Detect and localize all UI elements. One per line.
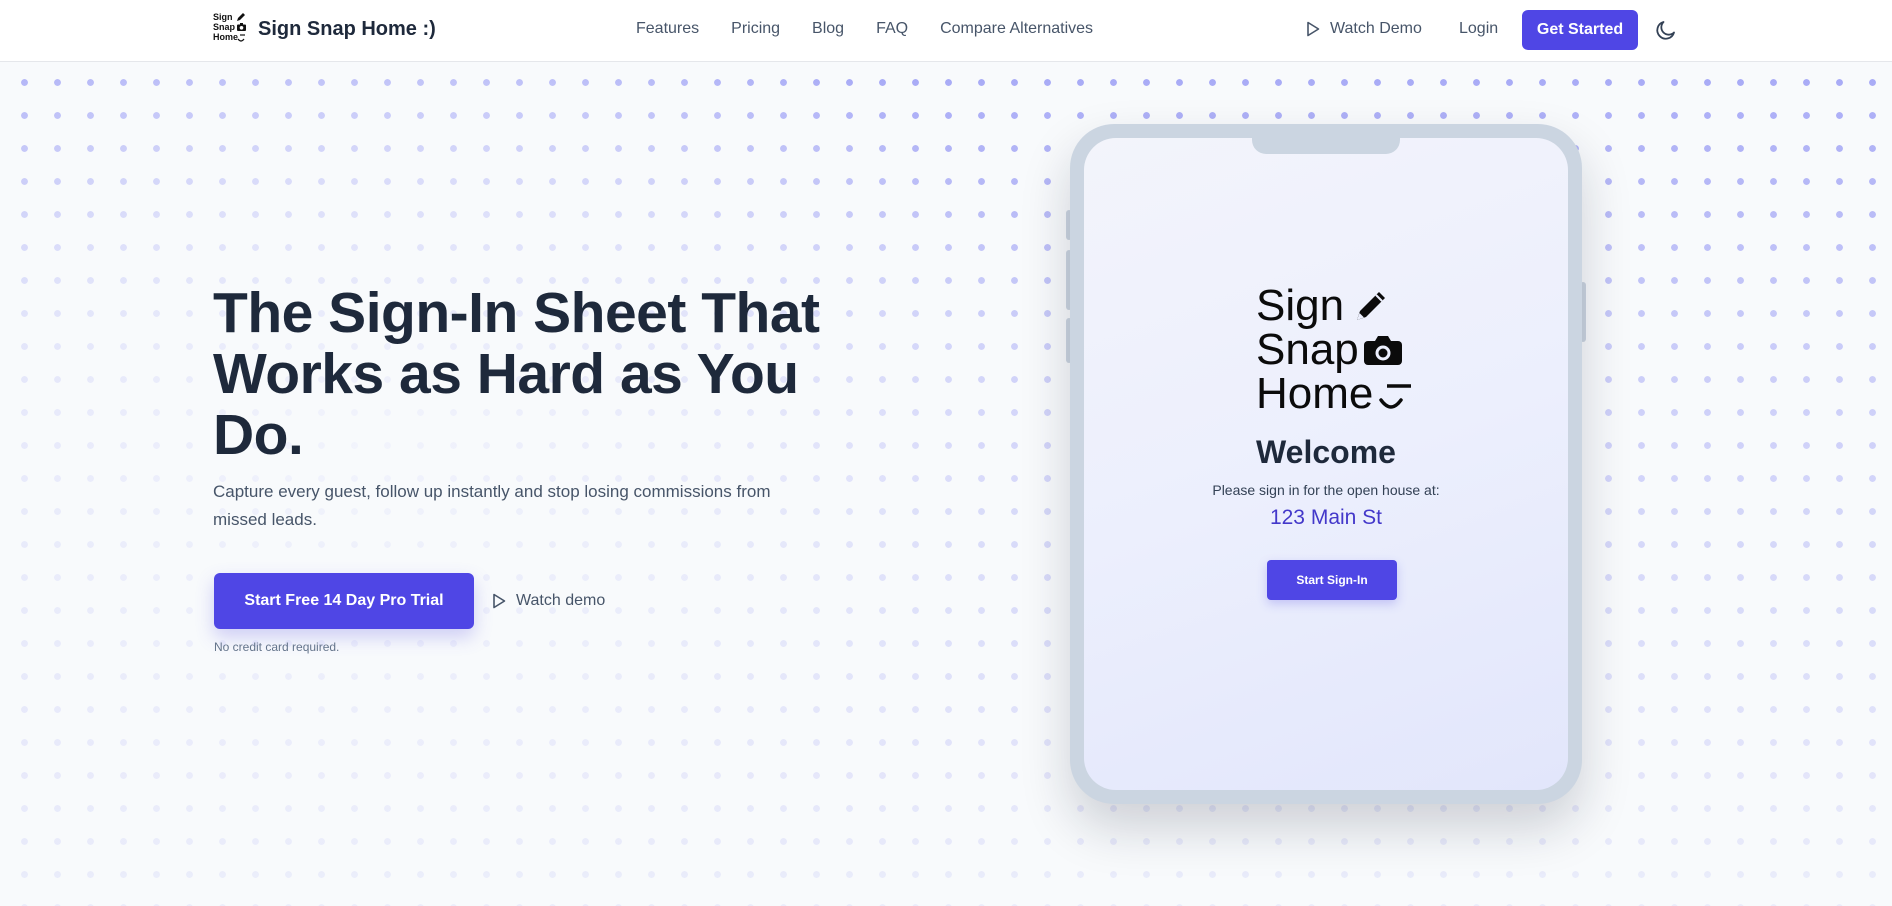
start-trial-button[interactable]: Start Free 14 Day Pro Trial	[214, 573, 474, 629]
no-credit-card-note: No credit card required.	[214, 640, 340, 654]
tablet-sign-in-prompt: Please sign in for the open house at:	[1212, 482, 1440, 498]
watch-demo-hero-button[interactable]: Watch demo	[492, 592, 605, 610]
nav-link-compare-alternatives[interactable]: Compare Alternatives	[940, 20, 1093, 38]
tablet-mockup: Sign Snap Home Welcome Please sign in fo…	[1070, 124, 1582, 804]
nav-link-faq[interactable]: FAQ	[876, 20, 908, 38]
watch-demo-nav-label: Watch Demo	[1330, 20, 1422, 37]
tablet-logo: Sign Snap Home	[1256, 284, 1416, 416]
watch-demo-hero-label: Watch demo	[516, 592, 606, 609]
start-sign-in-button[interactable]: Start Sign-In	[1267, 560, 1397, 600]
tablet-logo-home: Home	[1256, 369, 1374, 418]
tablet-notch	[1252, 138, 1400, 154]
brand[interactable]: Sign Snap Home Sign Snap Home :)	[213, 12, 436, 46]
brand-logo: Sign Snap Home	[213, 12, 247, 46]
camera-icon	[1363, 336, 1402, 365]
smile-icon	[237, 34, 245, 42]
nav-links: Features Pricing Blog FAQ Compare Altern…	[636, 20, 1125, 38]
hero-subtitle: Capture every guest, follow up instantly…	[213, 482, 771, 529]
pencil-icon	[237, 13, 245, 21]
nav-link-pricing[interactable]: Pricing	[731, 20, 780, 38]
tablet-logo-sign: Sign	[1256, 281, 1345, 330]
theme-toggle-button[interactable]	[1654, 18, 1678, 42]
login-link[interactable]: Login	[1459, 20, 1498, 38]
tablet-address: 123 Main St	[1269, 506, 1383, 529]
moon-icon	[1656, 21, 1675, 40]
play-icon	[493, 593, 506, 609]
pencil-icon	[1357, 292, 1386, 320]
watch-demo-nav-button[interactable]: Watch Demo	[1306, 20, 1422, 38]
hero-title: The Sign-In Sheet That Works as Hard as …	[213, 281, 820, 467]
nav-link-blog[interactable]: Blog	[812, 20, 844, 38]
tablet-screen: Sign Snap Home Welcome Please sign in fo…	[1084, 138, 1568, 790]
top-navbar: Sign Snap Home Sign Snap Home :) Feature…	[0, 0, 1892, 62]
nav-link-features[interactable]: Features	[636, 20, 699, 38]
tablet-welcome-heading: Welcome	[1256, 434, 1396, 470]
camera-icon	[237, 23, 246, 31]
smile-icon	[1379, 384, 1412, 409]
tablet-logo-snap: Snap	[1256, 325, 1359, 374]
brand-name: Sign Snap Home :)	[258, 17, 436, 40]
get-started-button[interactable]: Get Started	[1522, 10, 1638, 50]
play-icon	[1307, 21, 1320, 37]
